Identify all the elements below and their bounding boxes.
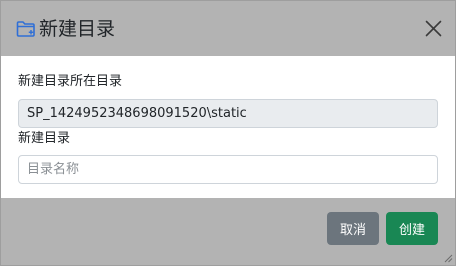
dialog-header: 新建目录: [1, 1, 455, 56]
create-button[interactable]: 创建: [386, 212, 438, 245]
directory-name-input[interactable]: [18, 155, 438, 184]
parent-directory-field: SP_1424952348698091520\static: [18, 99, 438, 128]
dialog-title: 新建目录: [39, 18, 116, 40]
cancel-button[interactable]: 取消: [327, 212, 379, 245]
dialog-footer: 取消 创建: [1, 198, 455, 265]
close-icon[interactable]: [425, 20, 442, 37]
resize-handle-icon[interactable]: [444, 254, 453, 263]
new-directory-dialog: 新建目录 新建目录所在目录 SP_1424952348698091520\sta…: [0, 0, 456, 266]
folder-plus-icon: [16, 21, 35, 37]
dialog-body: 新建目录所在目录 SP_1424952348698091520\static 新…: [1, 56, 455, 198]
new-directory-label: 新建目录: [18, 131, 71, 146]
parent-directory-label: 新建目录所在目录: [18, 74, 123, 89]
